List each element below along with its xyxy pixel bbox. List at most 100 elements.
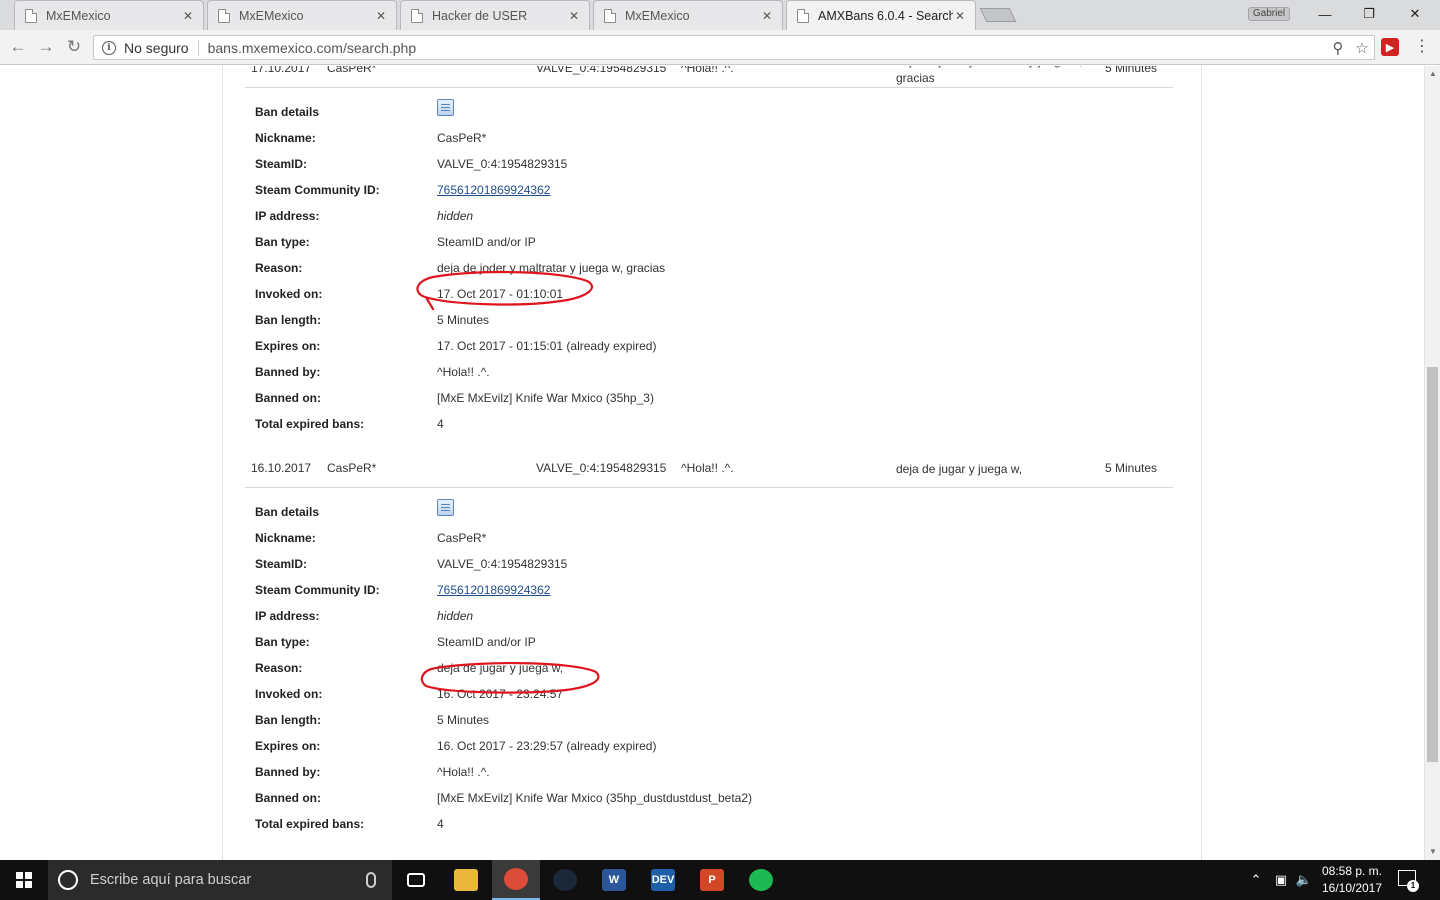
forward-arrow-icon[interactable]: → <box>33 35 59 59</box>
taskbar-file-explorer[interactable] <box>442 860 490 900</box>
steam-icon <box>553 869 577 891</box>
tab-title: MxEMexico <box>239 8 304 23</box>
search-results: 17.10.2017 CasPeR* VALVE_0:4:1954829315 ^Ho… <box>222 66 1202 860</box>
browser-tab-1[interactable]: MxEMexico ✕ <box>14 0 204 30</box>
taskbar: Escribe aquí para buscar W DEV P ⌃ ▣ 🔈 08:… <box>0 860 1440 900</box>
back-arrow-icon[interactable]: ← <box>5 35 31 59</box>
reload-icon[interactable]: ↻ <box>61 35 87 59</box>
summary-divider <box>245 487 1173 488</box>
divider <box>197 39 199 56</box>
taskbar-word[interactable]: W <box>590 860 638 900</box>
browser-tab-5-active[interactable]: AMXBans 6.0.4 - Search ✕ <box>786 0 976 30</box>
menu-kebab-icon[interactable]: ⋮ <box>1412 36 1432 58</box>
taskbar-devcpp[interactable]: DEV <box>639 860 687 900</box>
steam-community-link[interactable]: 76561201869924362 <box>437 183 550 197</box>
spotify-icon <box>749 869 773 891</box>
detail-value: 5 Minutes <box>437 313 490 327</box>
detail-value: 5 Minutes <box>437 713 490 727</box>
detail-value: 4 <box>437 817 444 831</box>
document-details-icon[interactable] <box>437 499 454 516</box>
detail-value: hidden <box>437 609 474 623</box>
detail-label: Expires on: <box>255 739 321 753</box>
detail-label: Nickname: <box>255 131 316 145</box>
taskbar-search[interactable]: Escribe aquí para buscar <box>48 860 392 900</box>
bookmark-star-icon[interactable]: ☆ <box>1350 39 1374 57</box>
tab-strip: MxEMexico ✕ MxEMexico ✕ Hacker de USER ✕… <box>0 0 1440 30</box>
info-icon[interactable]: i <box>102 40 116 55</box>
taskbar-spotify[interactable] <box>737 860 785 900</box>
powerpoint-icon: P <box>700 869 724 891</box>
close-icon[interactable]: ✕ <box>567 9 581 23</box>
taskbar-task-view[interactable] <box>392 860 440 900</box>
detail-value: VALVE_0:4:1954829315 <box>437 157 568 171</box>
detail-label: Banned by: <box>255 365 321 379</box>
key-icon[interactable]: ⚲ <box>1326 39 1350 57</box>
notification-count-badge: 1 <box>1407 880 1419 892</box>
taskbar-steam[interactable] <box>541 860 589 900</box>
summary-nickname: CasPeR* <box>327 66 377 75</box>
summary-reason: deja de joder y maltratar y juega w,grac… <box>896 66 1082 87</box>
word-icon: W <box>602 869 626 891</box>
close-icon[interactable]: ✕ <box>760 9 774 23</box>
detail-value: [MxE MxEvilz] Knife War Mxico (35hp_3) <box>437 391 654 405</box>
detail-label: Ban type: <box>255 635 310 649</box>
detail-label: SteamID: <box>255 157 308 171</box>
detail-value: ^Hola!! .^. <box>437 365 490 379</box>
browser-tab-3[interactable]: Hacker de USER ✕ <box>400 0 590 30</box>
detail-value: 17. Oct 2017 - 01:15:01 (already expired… <box>437 339 657 353</box>
detail-label: Banned on: <box>255 791 321 805</box>
detail-label: Expires on: <box>255 339 321 353</box>
detail-label: Ban details <box>255 105 320 119</box>
page-icon <box>411 8 423 23</box>
security-label[interactable]: No seguro <box>124 40 189 56</box>
summary-reason-line: deja de jugar y juega w, <box>896 462 1023 476</box>
page-viewport: 17.10.2017 CasPeR* VALVE_0:4:1954829315 ^Ho… <box>0 66 1424 860</box>
windows-logo-icon <box>16 872 32 888</box>
scrollbar[interactable]: ▲ ▼ <box>1424 66 1440 860</box>
close-icon[interactable]: ✕ <box>953 9 967 23</box>
detail-label: Nickname: <box>255 531 316 545</box>
ban-summary-row[interactable]: 16.10.2017 CasPeR* VALVE_0:4:1954829315 ^Ho… <box>223 461 1203 489</box>
profile-button[interactable]: Gabriel <box>1248 7 1290 21</box>
microphone-icon[interactable] <box>366 872 376 888</box>
extension-icon[interactable]: ▶ <box>1381 38 1399 56</box>
browser-tab-2[interactable]: MxEMexico ✕ <box>207 0 397 30</box>
taskbar-chrome[interactable] <box>492 860 540 900</box>
maximize-icon[interactable]: ❐ <box>1346 0 1392 28</box>
summary-reason-line: gracias <box>896 71 935 85</box>
detail-label: Ban length: <box>255 713 321 727</box>
detail-value: CasPeR* <box>437 531 487 545</box>
detail-label: Banned on: <box>255 391 321 405</box>
summary-steamid: VALVE_0:4:1954829315 <box>536 461 667 475</box>
detail-label: Total expired bans: <box>255 417 365 431</box>
detail-value: hidden <box>437 209 474 223</box>
volume-icon[interactable]: 🔈 <box>1294 860 1314 900</box>
minimize-icon[interactable]: — <box>1302 0 1348 28</box>
taskbar-powerpoint[interactable]: P <box>688 860 736 900</box>
close-icon[interactable]: ✕ <box>181 9 195 23</box>
windows-start-button[interactable] <box>0 860 48 900</box>
scroll-down-arrow-icon[interactable]: ▼ <box>1425 844 1440 860</box>
close-window-icon[interactable]: ✕ <box>1392 0 1438 28</box>
address-bar[interactable]: i No seguro bans.mxemexico.com/search.ph… <box>93 35 1375 60</box>
summary-admin: ^Hola!! .^. <box>681 66 734 75</box>
tray-chevron-up-icon[interactable]: ⌃ <box>1246 860 1266 900</box>
clock-time: 08:58 p. m. <box>1321 864 1383 878</box>
url-text[interactable]: bans.mxemexico.com/search.php <box>208 40 1326 56</box>
scroll-thumb[interactable] <box>1427 367 1438 762</box>
new-tab-button[interactable] <box>979 8 1017 22</box>
network-icon[interactable]: ▣ <box>1270 860 1292 900</box>
detail-value: ^Hola!! .^. <box>437 765 490 779</box>
browser-tab-4[interactable]: MxEMexico ✕ <box>593 0 783 30</box>
taskbar-clock[interactable]: 08:58 p. m. 16/10/2017 <box>1314 863 1390 897</box>
summary-reason: deja de jugar y juega w, <box>896 461 1022 478</box>
detail-label: IP address: <box>255 609 320 623</box>
detail-value: deja de joder y maltratar y juega w, gra… <box>437 261 666 275</box>
close-icon[interactable]: ✕ <box>374 9 388 23</box>
document-details-icon[interactable] <box>437 99 454 116</box>
ban-summary-row[interactable]: 17.10.2017 CasPeR* VALVE_0:4:1954829315 ^Ho… <box>223 66 1203 89</box>
clock-date: 16/10/2017 <box>1321 881 1383 895</box>
detail-value: SteamID and/or IP <box>437 635 536 649</box>
scroll-up-arrow-icon[interactable]: ▲ <box>1425 66 1440 82</box>
steam-community-link[interactable]: 76561201869924362 <box>437 583 550 597</box>
